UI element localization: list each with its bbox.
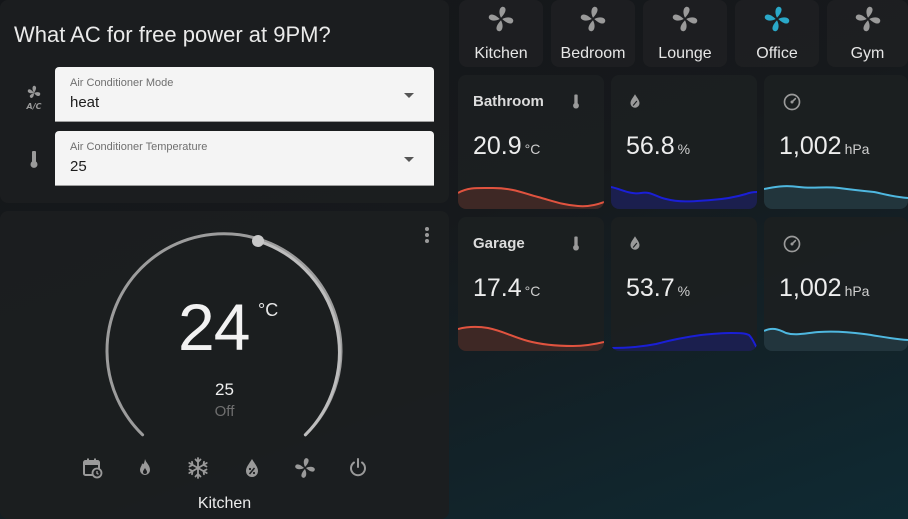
sensor-unit: °C	[524, 283, 541, 299]
humidity-sparkline	[611, 331, 757, 351]
ac-mode-label: Air Conditioner Mode	[70, 77, 174, 89]
water-percent-icon	[626, 234, 646, 254]
target-handle[interactable]	[252, 235, 264, 247]
garage-temperature-card[interactable]: Garage 17.4 °C	[458, 217, 604, 351]
temperature-sparkline	[458, 325, 604, 351]
gauge-icon	[782, 234, 802, 254]
sensor-reading: 1,002 hPa	[779, 274, 869, 303]
fan-icon	[670, 4, 700, 34]
svg-text:A/C: A/C	[26, 102, 42, 110]
bathroom-pressure-card[interactable]: 1,002 hPa	[764, 75, 908, 209]
ac-settings-card: What AC for free power at 9PM? A/C Air C…	[0, 0, 449, 203]
hvac-mode-bar	[80, 456, 370, 480]
room-name: Kitchen	[474, 45, 528, 62]
sensor-title: Bathroom	[473, 93, 544, 110]
chevron-down-icon	[404, 157, 414, 162]
sensor-value: 20.9	[473, 132, 522, 160]
current-temperature: 24	[178, 290, 250, 364]
temperature-sparkline	[458, 186, 604, 209]
sensor-reading: 1,002 hPa	[779, 132, 869, 161]
sensor-title: Garage	[473, 235, 525, 252]
room-tile-lounge[interactable]: Lounge	[643, 0, 727, 67]
sensor-value: 1,002	[779, 274, 842, 302]
fan-icon	[853, 4, 883, 34]
room-name: Bedroom	[560, 45, 626, 62]
temperature-unit: °C	[258, 300, 279, 320]
snowflake-icon[interactable]	[186, 456, 210, 480]
chevron-down-icon	[404, 93, 414, 98]
room-tile-bedroom[interactable]: Bedroom	[551, 0, 635, 67]
pressure-sparkline	[764, 327, 908, 351]
sensor-reading: 20.9 °C	[473, 132, 540, 161]
sensor-unit: hPa	[844, 283, 870, 299]
thermostat-card: 24 °C 25 Off Kitchen	[0, 211, 449, 519]
water-percent-icon	[626, 92, 646, 112]
card-title: What AC for free power at 9PM?	[14, 22, 331, 47]
room-tile-gym[interactable]: Gym	[827, 0, 908, 67]
sensor-value: 56.8	[626, 132, 675, 160]
sensor-reading: 53.7%	[626, 274, 690, 303]
fan-icon[interactable]	[293, 456, 317, 480]
sensor-unit: °C	[524, 141, 541, 157]
fire-icon[interactable]	[133, 456, 157, 480]
garage-humidity-card[interactable]: 53.7%	[611, 217, 757, 351]
room-tile-kitchen[interactable]: Kitchen	[459, 0, 543, 67]
hvac-state: Off	[214, 403, 235, 420]
fan-icon	[762, 4, 792, 34]
sensor-value: 1,002	[779, 132, 842, 160]
thermometer-icon	[566, 234, 586, 254]
sensor-reading: 56.8%	[626, 132, 690, 161]
humidity-sparkline	[611, 186, 757, 209]
power-icon[interactable]	[346, 456, 370, 480]
ac-temperature-value: 25	[70, 158, 87, 175]
ac-temperature-label: Air Conditioner Temperature	[70, 141, 208, 153]
air-conditioner-icon: A/C	[22, 84, 46, 111]
sensor-unit: %	[677, 283, 691, 299]
schedule-icon[interactable]	[80, 456, 104, 480]
bathroom-humidity-card[interactable]: 56.8%	[611, 75, 757, 209]
room-name: Office	[756, 45, 798, 62]
ac-mode-select[interactable]: Air Conditioner Mode heat	[55, 67, 434, 122]
room-name: Gym	[850, 45, 885, 62]
garage-pressure-card[interactable]: 1,002 hPa	[764, 217, 908, 351]
sensor-value: 53.7	[626, 274, 675, 302]
sensor-value: 17.4	[473, 274, 522, 302]
sensor-unit: %	[677, 141, 691, 157]
ac-mode-value: heat	[70, 94, 100, 111]
target-temperature: 25	[215, 380, 234, 399]
more-options-icon[interactable]	[423, 227, 431, 247]
bathroom-temperature-card[interactable]: Bathroom 20.9 °C	[458, 75, 604, 209]
gauge-icon	[782, 92, 802, 112]
fan-icon	[486, 4, 516, 34]
water-percent-icon[interactable]	[240, 456, 264, 480]
sensor-reading: 17.4 °C	[473, 274, 540, 303]
thermostat-name: Kitchen	[197, 495, 252, 512]
thermometer-icon	[22, 148, 46, 172]
room-name: Lounge	[658, 45, 712, 62]
thermometer-icon	[566, 92, 586, 112]
ac-temperature-select[interactable]: Air Conditioner Temperature 25	[55, 131, 434, 186]
fan-icon	[578, 4, 608, 34]
pressure-sparkline	[764, 185, 908, 209]
room-tile-office[interactable]: Office	[735, 0, 819, 67]
sensor-unit: hPa	[844, 141, 870, 157]
